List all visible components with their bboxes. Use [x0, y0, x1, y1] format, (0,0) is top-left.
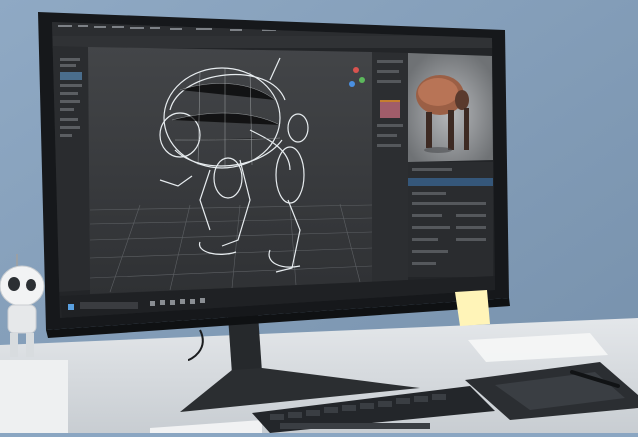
sticky-note: [455, 290, 490, 326]
search-icon[interactable]: [80, 302, 138, 309]
selected-row: [408, 178, 493, 186]
screen: [52, 22, 495, 318]
scene: [0, 0, 638, 433]
toolbar: [52, 36, 495, 48]
properties-panel: [372, 52, 408, 282]
windows-start-icon[interactable]: [68, 304, 74, 310]
